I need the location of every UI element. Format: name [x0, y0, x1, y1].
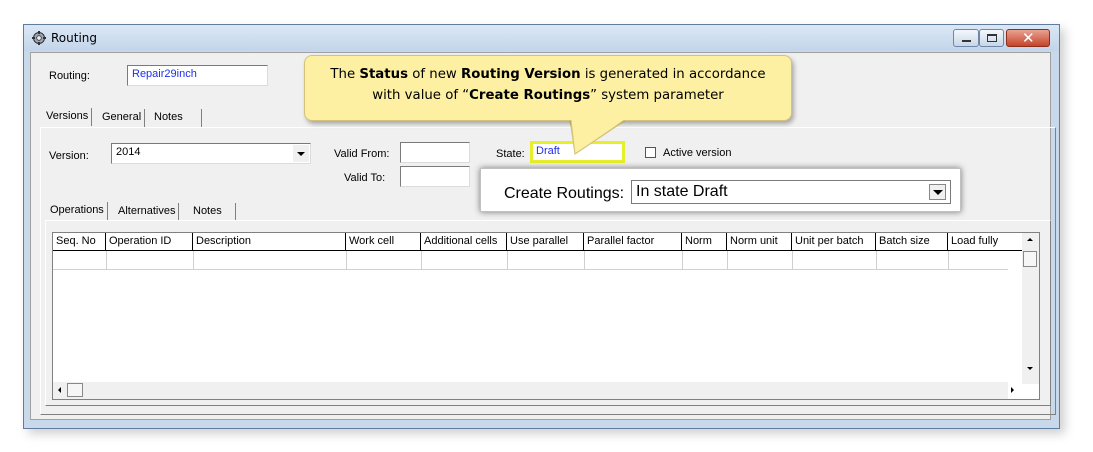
tab-notes[interactable]: Notes: [151, 109, 202, 127]
create-routings-label: Create Routings:: [504, 185, 625, 202]
column-header[interactable]: Additional cells: [421, 233, 507, 251]
cell-divider: [682, 251, 683, 269]
valid-from-label: Valid From:: [334, 148, 390, 160]
column-header[interactable]: Unit per batch: [792, 233, 876, 251]
chevron-down-icon[interactable]: [929, 184, 946, 200]
version-label: Version:: [49, 150, 89, 162]
routing-app-icon: [32, 31, 46, 45]
scroll-up-icon[interactable]: [1027, 238, 1033, 241]
tab-alternatives[interactable]: Alternatives: [115, 203, 180, 221]
callout-text-part: ” system parameter: [590, 88, 724, 103]
cell-divider: [584, 251, 585, 269]
create-routings-panel: Create Routings: In state Draft: [480, 168, 961, 212]
state-label: State:: [496, 148, 525, 160]
column-header[interactable]: Parallel factor: [584, 233, 682, 251]
close-icon: ✕: [1022, 29, 1035, 47]
active-version-label: Active version: [663, 147, 732, 159]
horizontal-scrollbar[interactable]: [53, 382, 1014, 399]
cell-divider: [948, 251, 949, 269]
routing-field[interactable]: Repair29inch: [127, 65, 268, 86]
active-version-checkbox[interactable]: [645, 147, 656, 158]
cell-divider: [106, 251, 107, 269]
valid-to-label: Valid To:: [344, 172, 386, 184]
create-routings-select[interactable]: In state Draft: [631, 180, 951, 204]
column-header[interactable]: Work cell: [346, 233, 421, 251]
callout-bold-part: Create Routings: [469, 88, 591, 103]
callout-text-part: is generated in accordance: [580, 67, 766, 82]
column-header[interactable]: Seq. No: [53, 233, 106, 251]
valid-to-field[interactable]: [400, 166, 470, 187]
cell-divider: [792, 251, 793, 269]
minimize-button[interactable]: [953, 29, 979, 47]
scroll-right-icon[interactable]: [1011, 387, 1014, 393]
scroll-left-icon[interactable]: [58, 387, 61, 393]
cell-divider: [727, 251, 728, 269]
callout-text-part: of new: [408, 67, 462, 82]
close-button[interactable]: ✕: [1006, 29, 1050, 47]
tab-operations[interactable]: Operations: [47, 202, 108, 220]
column-header[interactable]: Description: [193, 233, 346, 251]
info-callout: The Status of new Routing Version is gen…: [304, 55, 792, 121]
cell-divider: [421, 251, 422, 269]
table-row[interactable]: [53, 269, 1008, 270]
horizontal-scroll-thumb[interactable]: [67, 383, 83, 397]
state-field[interactable]: Draft: [530, 141, 625, 163]
column-header[interactable]: Norm: [682, 233, 727, 251]
column-header[interactable]: Operation ID: [106, 233, 193, 251]
version-select[interactable]: 2014: [111, 143, 311, 164]
tab-general[interactable]: General: [99, 109, 146, 127]
minimize-icon: [962, 40, 971, 42]
column-header[interactable]: Batch size: [876, 233, 948, 251]
create-routings-value: In state Draft: [636, 183, 728, 200]
vertical-scrollbar[interactable]: [1022, 233, 1039, 384]
chevron-down-icon[interactable]: [293, 145, 309, 162]
callout-bold-part: Routing Version: [461, 67, 581, 82]
title-bar[interactable]: Routing ✕: [24, 25, 1059, 51]
callout-bold-part: Status: [359, 67, 409, 82]
maximize-button[interactable]: [979, 29, 1004, 47]
operations-table[interactable]: Seq. No Operation ID Description Work ce…: [52, 232, 1040, 400]
scroll-down-icon[interactable]: [1027, 367, 1033, 370]
tab-notes-inner[interactable]: Notes: [190, 203, 236, 221]
column-header[interactable]: Use parallel: [507, 233, 584, 251]
vertical-scroll-thumb[interactable]: [1023, 251, 1037, 267]
routing-label: Routing:: [49, 70, 90, 82]
tab-versions[interactable]: Versions: [43, 108, 93, 126]
maximize-icon: [987, 34, 997, 42]
column-header[interactable]: Load fully: [948, 233, 1023, 251]
cell-divider: [876, 251, 877, 269]
callout-text-part: with value of “: [372, 88, 470, 103]
cell-divider: [507, 251, 508, 269]
version-value: 2014: [116, 146, 141, 158]
cell-divider: [193, 251, 194, 269]
column-header[interactable]: Norm unit: [727, 233, 792, 251]
window-title: Routing: [51, 31, 98, 45]
valid-from-field[interactable]: [400, 142, 470, 163]
callout-text-part: The: [330, 67, 360, 82]
cell-divider: [346, 251, 347, 269]
